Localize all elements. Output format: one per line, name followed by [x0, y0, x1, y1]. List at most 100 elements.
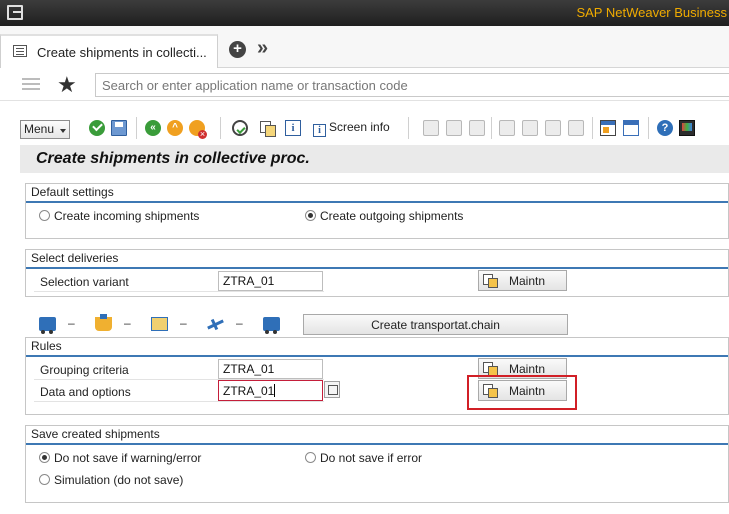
title-bar: SAP NetWeaver Business — [0, 0, 729, 26]
group-divider — [26, 267, 728, 269]
selection-variant-label: Selection variant — [40, 275, 129, 289]
radio-dot — [305, 210, 316, 221]
group-title: Save created shipments — [31, 427, 160, 441]
dash-separator: – — [180, 316, 187, 330]
toolbar-separator — [408, 117, 409, 139]
next-page-icon[interactable] — [545, 120, 561, 136]
data-and-options-input[interactable]: ZTRA_01 — [218, 380, 323, 401]
text-cursor — [274, 384, 276, 397]
toolbar-separator — [491, 117, 492, 139]
ship-icon[interactable] — [95, 314, 112, 331]
group-title: Select deliveries — [31, 251, 119, 265]
menu-button[interactable]: Menu — [20, 120, 70, 139]
plane-icon[interactable] — [207, 317, 224, 331]
command-bar: ★ — [0, 68, 729, 101]
back-icon[interactable]: « — [145, 120, 161, 136]
data-and-options-label: Data and options — [40, 385, 131, 399]
row-divider — [34, 291, 324, 292]
shortcut-icon[interactable] — [623, 120, 639, 136]
screen-info-label: Screen info — [329, 120, 390, 134]
create-transport-chain-button[interactable]: Create transportat.chain — [303, 314, 568, 335]
previous-page-icon[interactable] — [522, 120, 538, 136]
add-tab-icon[interactable]: + — [229, 41, 246, 58]
input-value: ZTRA_01 — [223, 384, 275, 398]
value-help-icon[interactable] — [324, 381, 340, 398]
highlight-box — [467, 375, 577, 410]
command-search-input[interactable] — [95, 73, 729, 97]
radio-label: Simulation (do not save) — [54, 473, 184, 487]
list-icon — [13, 45, 27, 57]
tab-label: Create shipments in collecti... — [37, 45, 207, 60]
button-label: Create transportat.chain — [371, 317, 500, 332]
truck-icon[interactable] — [39, 317, 56, 334]
radio-no-save-warning[interactable]: Do not save if warning/error — [39, 451, 201, 465]
help-icon[interactable]: ? — [657, 120, 673, 136]
select-deliveries-group: Select deliveries Selection variant — [25, 249, 729, 297]
toolbar-separator — [592, 117, 593, 139]
selection-variant-input[interactable] — [218, 271, 323, 291]
screen-info-button[interactable]: i Screen info — [313, 120, 390, 137]
customize-layout-icon[interactable] — [679, 120, 695, 136]
dash-separator: – — [124, 316, 131, 330]
default-settings-group: Default settings Create incoming shipmen… — [25, 183, 729, 239]
radio-dot — [39, 474, 50, 485]
menu-button-label: Menu — [24, 122, 55, 136]
save-created-shipments-group: Save created shipments Do not save if wa… — [25, 425, 729, 503]
truck-icon[interactable] — [263, 317, 280, 334]
app-menu-icon[interactable] — [7, 5, 23, 20]
train-icon[interactable] — [151, 317, 168, 331]
radio-label: Create outgoing shipments — [320, 209, 464, 223]
radio-no-save-error[interactable]: Do not save if error — [305, 451, 422, 465]
find-next-icon[interactable] — [469, 120, 485, 136]
selection-variant-maintain-button[interactable]: Maintn — [478, 270, 567, 291]
caret-down-icon — [60, 129, 66, 133]
radio-label: Create incoming shipments — [54, 209, 200, 223]
enter-check-icon[interactable] — [89, 120, 105, 136]
radio-create-incoming[interactable]: Create incoming shipments — [39, 209, 199, 223]
create-session-icon[interactable] — [600, 120, 616, 136]
radio-dot — [39, 452, 50, 463]
brand-label: SAP NetWeaver Business — [576, 5, 727, 20]
radio-simulation[interactable]: Simulation (do not save) — [39, 473, 183, 487]
group-divider — [26, 443, 728, 445]
exit-icon[interactable]: ^ — [167, 120, 183, 136]
rules-group: Rules Grouping criteria Data and options — [25, 337, 729, 415]
group-divider — [26, 201, 728, 203]
tab-create-shipments[interactable]: Create shipments in collecti... — [0, 34, 218, 68]
radio-label: Do not save if error — [320, 451, 423, 465]
first-page-icon[interactable] — [499, 120, 515, 136]
button-label: Maintn — [509, 274, 546, 288]
cancel-icon[interactable] — [189, 120, 207, 139]
radio-dot — [305, 452, 316, 463]
favorites-star-icon[interactable]: ★ — [57, 72, 77, 98]
toolbar-separator — [648, 117, 649, 139]
dash-separator: – — [236, 316, 243, 330]
page-title-band: Create shipments in collective proc. — [20, 145, 729, 173]
get-variant-icon[interactable] — [259, 120, 276, 137]
dash-separator: – — [68, 316, 75, 330]
info-icon: i — [313, 124, 326, 137]
radio-create-outgoing[interactable]: Create outgoing shipments — [305, 209, 463, 223]
application-toolbar: Menu « ^ i iScreen info ? — [0, 101, 729, 145]
page-title: Create shipments in collective proc. — [36, 150, 310, 167]
more-tabs-icon[interactable]: » — [257, 37, 268, 60]
button-label: Maintn — [509, 362, 546, 376]
last-page-icon[interactable] — [568, 120, 584, 136]
info-icon[interactable]: i — [285, 120, 301, 136]
variant-icon — [483, 274, 498, 288]
menu-list-icon[interactable] — [22, 77, 40, 91]
tab-bar: Create shipments in collecti... + » — [0, 26, 729, 68]
group-title: Default settings — [31, 185, 114, 199]
execute-background-icon[interactable] — [232, 120, 248, 136]
grouping-criteria-label: Grouping criteria — [40, 363, 129, 377]
radio-label: Do not save if warning/error — [54, 451, 202, 465]
grouping-criteria-input[interactable] — [218, 359, 323, 379]
print-icon[interactable] — [423, 120, 439, 136]
variant-icon — [483, 362, 498, 376]
radio-dot — [39, 210, 50, 221]
group-title: Rules — [31, 339, 62, 353]
group-divider — [26, 355, 728, 357]
toolbar-separator — [136, 117, 137, 139]
save-icon[interactable] — [111, 120, 127, 136]
find-icon[interactable] — [446, 120, 462, 136]
